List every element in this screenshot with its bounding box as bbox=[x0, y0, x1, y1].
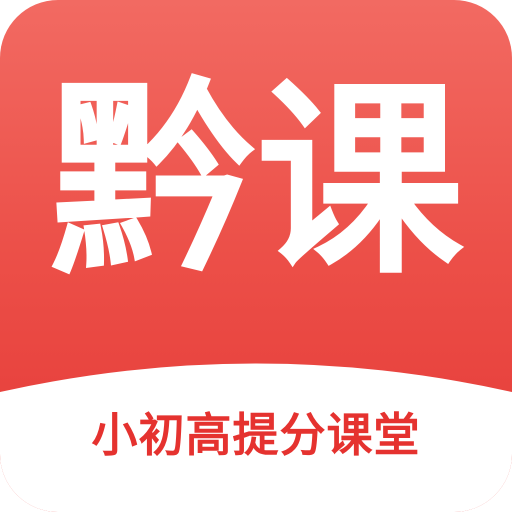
slogan-text: 小初高提分课堂 bbox=[91, 408, 421, 462]
logo-title: 黔课 bbox=[50, 61, 464, 303]
app-icon[interactable]: 黔课 小初高提分课堂 bbox=[0, 0, 512, 512]
